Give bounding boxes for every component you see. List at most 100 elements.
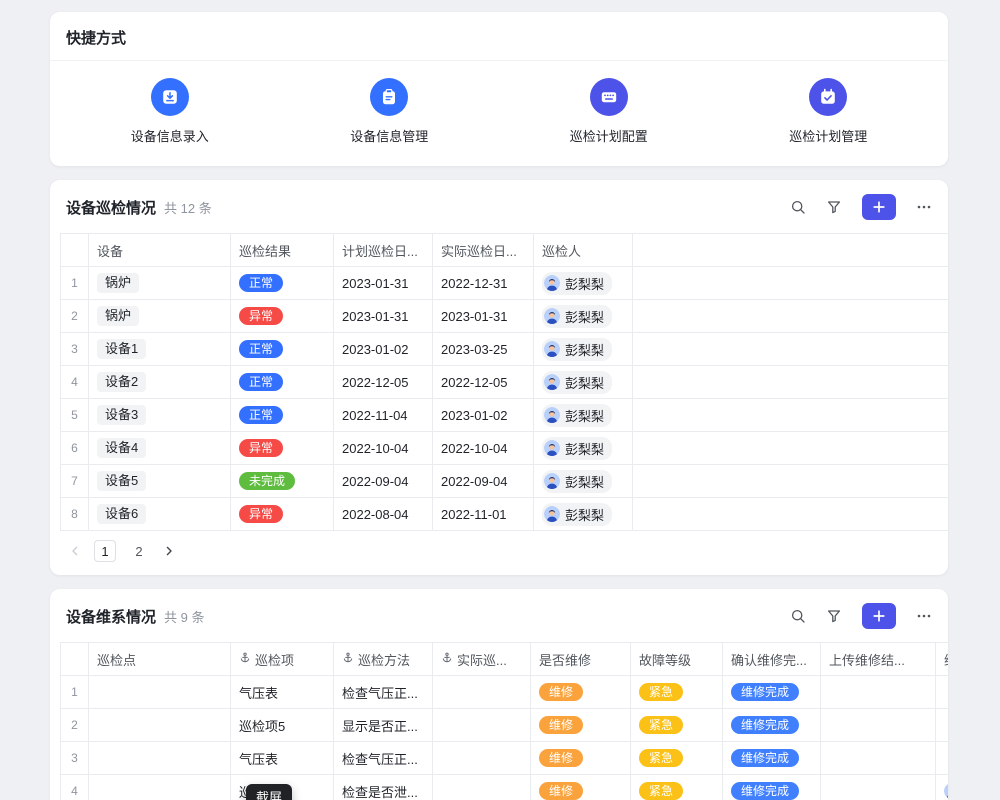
column-header[interactable]: 设备 [89, 234, 231, 267]
text-cell[interactable]: 检查气压正... [334, 676, 433, 709]
text-cell[interactable]: 2022-10-04 [334, 432, 433, 465]
status-cell[interactable]: 维修完成 [723, 709, 821, 742]
table-row[interactable]: 2锅炉异常2023-01-312023-01-31彭梨梨 [61, 300, 949, 333]
pager-page-2[interactable]: 2 [128, 540, 150, 562]
text-cell[interactable] [936, 742, 949, 775]
search-icon[interactable] [790, 199, 806, 215]
table-row[interactable]: 8设备6异常2022-08-042022-11-01彭梨梨 [61, 498, 949, 531]
text-cell[interactable]: 2022-11-04 [334, 399, 433, 432]
text-cell[interactable] [89, 775, 231, 800]
table-row[interactable]: 6设备4异常2022-10-042022-10-04彭梨梨 [61, 432, 949, 465]
status-cell[interactable]: 维修 [531, 676, 631, 709]
table-row[interactable]: 3气压表检查气压正...维修紧急维修完成 [61, 742, 949, 775]
column-header[interactable]: 是否维修 [531, 643, 631, 676]
text-cell[interactable]: 2022-09-04 [433, 465, 534, 498]
text-cell[interactable] [89, 676, 231, 709]
status-cell[interactable]: 异常 [231, 300, 334, 333]
column-header[interactable]: 巡检人 [534, 234, 633, 267]
device-cell[interactable]: 设备1 [89, 333, 231, 366]
pager-page-1[interactable]: 1 [94, 540, 116, 562]
status-cell[interactable]: 正常 [231, 333, 334, 366]
table-row[interactable]: 4设备2正常2022-12-052022-12-05彭梨梨 [61, 366, 949, 399]
status-cell[interactable]: 异常 [231, 498, 334, 531]
status-cell[interactable]: 维修 [531, 709, 631, 742]
device-cell[interactable]: 锅炉 [89, 267, 231, 300]
text-cell[interactable] [433, 676, 531, 709]
person-cell[interactable]: 彭梨梨 [534, 399, 633, 432]
status-cell[interactable]: 正常 [231, 366, 334, 399]
column-header[interactable]: 巡检项 [231, 643, 334, 676]
add-record-button[interactable] [862, 194, 896, 220]
text-cell[interactable]: 检查气压正... [334, 742, 433, 775]
text-cell[interactable]: 2022-10-04 [433, 432, 534, 465]
text-cell[interactable] [821, 709, 936, 742]
column-header[interactable]: 巡检点 [89, 643, 231, 676]
text-cell[interactable]: 2022-09-04 [334, 465, 433, 498]
shortcut-item-2[interactable]: 巡检计划配置 [499, 78, 719, 145]
text-cell[interactable] [936, 709, 949, 742]
column-header[interactable]: 实际巡检日... [433, 234, 534, 267]
more-icon[interactable] [916, 199, 932, 215]
status-cell[interactable]: 紧急 [631, 742, 723, 775]
table-row[interactable]: 2巡检项5显示是否正...维修紧急维修完成 [61, 709, 949, 742]
filter-icon[interactable] [826, 199, 842, 215]
table-row[interactable]: 1气压表检查气压正...维修紧急维修完成 [61, 676, 949, 709]
device-cell[interactable]: 设备2 [89, 366, 231, 399]
status-cell[interactable]: 维修完成 [723, 742, 821, 775]
table-row[interactable]: 5设备3正常2022-11-042023-01-02彭梨梨 [61, 399, 949, 432]
text-cell[interactable]: 巡检项5 [231, 709, 334, 742]
table-row[interactable]: 1锅炉正常2023-01-312022-12-31彭梨梨 [61, 267, 949, 300]
text-cell[interactable]: 2022-12-05 [433, 366, 534, 399]
text-cell[interactable]: 2023-03-25 [433, 333, 534, 366]
status-cell[interactable]: 正常 [231, 267, 334, 300]
person-cell[interactable]: 彭梨梨 [534, 498, 633, 531]
text-cell[interactable]: 2022-12-31 [433, 267, 534, 300]
person-cell[interactable]: 彭梨梨 [534, 333, 633, 366]
text-cell[interactable]: 气压表 [231, 742, 334, 775]
table-row[interactable]: 4巡检项5检查是否泄...维修紧急维修完成 [61, 775, 949, 800]
text-cell[interactable]: 气压表 [231, 676, 334, 709]
column-header[interactable]: 维修人 [936, 643, 949, 676]
text-cell[interactable]: 2023-01-31 [334, 300, 433, 333]
text-cell[interactable] [821, 676, 936, 709]
shortcut-item-3[interactable]: 巡检计划管理 [719, 78, 939, 145]
text-cell[interactable] [89, 742, 231, 775]
device-cell[interactable]: 设备3 [89, 399, 231, 432]
text-cell[interactable] [89, 709, 231, 742]
text-cell[interactable] [433, 742, 531, 775]
device-cell[interactable]: 设备5 [89, 465, 231, 498]
text-cell[interactable] [821, 742, 936, 775]
person-cell[interactable]: 彭梨梨 [534, 267, 633, 300]
pager-next-button[interactable] [162, 544, 176, 558]
status-cell[interactable]: 维修 [531, 775, 631, 800]
pager-prev-button[interactable] [68, 544, 82, 558]
text-cell[interactable] [433, 775, 531, 800]
status-cell[interactable]: 紧急 [631, 676, 723, 709]
person-cell[interactable]: 彭梨梨 [534, 300, 633, 333]
filter-icon[interactable] [826, 608, 842, 624]
status-cell[interactable]: 未完成 [231, 465, 334, 498]
person-cell[interactable] [936, 775, 949, 800]
text-cell[interactable]: 2022-08-04 [334, 498, 433, 531]
column-header[interactable]: 确认维修完... [723, 643, 821, 676]
text-cell[interactable]: 显示是否正... [334, 709, 433, 742]
status-cell[interactable]: 维修 [531, 742, 631, 775]
shortcut-item-1[interactable]: 设备信息管理 [280, 78, 500, 145]
text-cell[interactable]: 2023-01-31 [334, 267, 433, 300]
shortcut-item-0[interactable]: 设备信息录入 [60, 78, 280, 145]
text-cell[interactable]: 检查是否泄... [334, 775, 433, 800]
column-header[interactable]: 实际巡... [433, 643, 531, 676]
more-icon[interactable] [916, 608, 932, 624]
column-header[interactable]: 巡检方法 [334, 643, 433, 676]
search-icon[interactable] [790, 608, 806, 624]
text-cell[interactable]: 2023-01-02 [433, 399, 534, 432]
table-row[interactable]: 3设备1正常2023-01-022023-03-25彭梨梨 [61, 333, 949, 366]
text-cell[interactable]: 2022-11-01 [433, 498, 534, 531]
table-row[interactable]: 7设备5未完成2022-09-042022-09-04彭梨梨 [61, 465, 949, 498]
text-cell[interactable]: 2023-01-31 [433, 300, 534, 333]
device-cell[interactable]: 锅炉 [89, 300, 231, 333]
status-cell[interactable]: 正常 [231, 399, 334, 432]
column-header[interactable]: 巡检结果 [231, 234, 334, 267]
text-cell[interactable]: 2022-12-05 [334, 366, 433, 399]
text-cell[interactable] [821, 775, 936, 800]
